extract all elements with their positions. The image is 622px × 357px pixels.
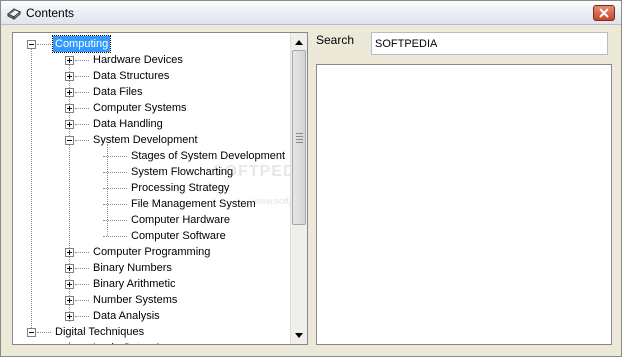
tree-item-label[interactable]: Computing — [51, 35, 112, 53]
expand-plus-icon[interactable] — [65, 72, 74, 81]
collapse-minus-icon[interactable] — [27, 40, 36, 49]
tree-item-label[interactable]: Processing Strategy — [129, 180, 231, 196]
tree-item[interactable]: Data Files — [13, 84, 291, 100]
tree-item[interactable]: Data Analysis — [13, 308, 291, 324]
tree-connector — [75, 76, 89, 77]
scroll-thumb-grip — [296, 133, 303, 145]
tree-item[interactable]: Binary Arithmetic — [13, 276, 291, 292]
expand-plus-icon[interactable] — [65, 104, 74, 113]
search-label: Search — [316, 33, 355, 47]
tree-item[interactable]: Binary Numbers — [13, 260, 291, 276]
tree-item-label[interactable]: Data Structures — [91, 68, 171, 84]
search-input[interactable] — [371, 32, 608, 55]
tree-item-label[interactable]: Number Systems — [91, 292, 179, 308]
contents-tree[interactable]: SOFTPEDIA www.softpedia.com ComputingHar… — [12, 32, 308, 345]
tree-connector — [75, 300, 89, 301]
tree-item[interactable]: Number Systems — [13, 292, 291, 308]
scroll-up-arrow-icon — [295, 39, 303, 45]
tree-item-label[interactable]: Data Handling — [91, 116, 165, 132]
tree-item-label[interactable]: Data Files — [91, 84, 145, 100]
tree-item-label[interactable]: File Management System — [129, 196, 258, 212]
tree-item[interactable]: Data Structures — [13, 68, 291, 84]
scroll-thumb[interactable] — [292, 50, 306, 225]
tree-item[interactable]: Data Handling — [13, 116, 291, 132]
expand-plus-icon[interactable] — [65, 296, 74, 305]
tree-item-label[interactable]: Computer Programming — [91, 244, 212, 260]
tree-rows: SOFTPEDIA www.softpedia.com ComputingHar… — [13, 33, 291, 344]
tree-item[interactable]: Hardware Devices — [13, 52, 291, 68]
tree-item-label[interactable]: System Flowcharting — [129, 164, 235, 180]
tree-item[interactable]: Stages of System Development — [13, 148, 291, 164]
topic-content-pane[interactable] — [316, 64, 612, 345]
tree-item[interactable]: Computing — [13, 35, 291, 53]
tree-item[interactable]: File Management System — [13, 196, 291, 212]
tree-item-label[interactable]: Binary Arithmetic — [91, 276, 178, 292]
tree-item[interactable]: Logic Gates 1 — [13, 340, 291, 344]
expand-plus-icon[interactable] — [65, 312, 74, 321]
tree-connector — [75, 108, 89, 109]
tree-item-label[interactable]: Binary Numbers — [91, 260, 174, 276]
tree-item[interactable]: Computer Programming — [13, 244, 291, 260]
expand-plus-icon[interactable] — [65, 248, 74, 257]
title-bar[interactable]: Contents — [1, 1, 621, 25]
tree-item[interactable]: Computer Hardware — [13, 212, 291, 228]
tree-item-label[interactable]: Computer Software — [129, 228, 228, 244]
book-icon — [6, 5, 22, 21]
collapse-minus-icon[interactable] — [27, 328, 36, 337]
tree-connector — [75, 140, 89, 141]
expand-plus-icon[interactable] — [65, 88, 74, 97]
tree-connector — [75, 316, 89, 317]
close-button[interactable] — [593, 5, 615, 21]
tree-item[interactable]: Computer Systems — [13, 100, 291, 116]
tree-connector — [37, 332, 51, 333]
tree-connector — [103, 156, 127, 157]
tree-connector — [75, 268, 89, 269]
tree-item[interactable]: Processing Strategy — [13, 180, 291, 196]
tree-connector — [37, 44, 51, 45]
tree-item-label[interactable]: Data Analysis — [91, 308, 162, 324]
tree-connector — [103, 220, 127, 221]
tree-connector — [103, 188, 127, 189]
scroll-up-button[interactable] — [291, 34, 307, 50]
tree-connector — [75, 284, 89, 285]
expand-plus-icon[interactable] — [65, 120, 74, 129]
tree-item-label[interactable]: Logic Gates 1 — [91, 340, 163, 344]
tree-item-label[interactable]: Computer Systems — [91, 100, 189, 116]
tree-connector — [103, 172, 127, 173]
tree-item-label[interactable]: Computer Hardware — [129, 212, 232, 228]
scroll-down-button[interactable] — [291, 327, 307, 343]
tree-item[interactable]: Computer Software — [13, 228, 291, 244]
collapse-minus-icon[interactable] — [65, 136, 74, 145]
tree-item[interactable]: Digital Techniques — [13, 324, 291, 340]
expand-plus-icon[interactable] — [65, 264, 74, 273]
tree-connector — [75, 124, 89, 125]
tree-connector — [103, 236, 127, 237]
tree-connector — [75, 60, 89, 61]
tree-item[interactable]: System Flowcharting — [13, 164, 291, 180]
tree-item-label[interactable]: Stages of System Development — [129, 148, 287, 164]
tree-item-label[interactable]: System Development — [91, 132, 200, 148]
tree-connector — [103, 204, 127, 205]
expand-plus-icon[interactable] — [65, 56, 74, 65]
close-icon — [599, 8, 609, 18]
expand-plus-icon[interactable] — [65, 280, 74, 289]
tree-connector — [75, 92, 89, 93]
scroll-down-arrow-icon — [295, 332, 303, 338]
contents-window: Contents SOFTPEDIA www.softpedia.com Com… — [0, 0, 622, 357]
tree-item-label[interactable]: Hardware Devices — [91, 52, 185, 68]
tree-connector — [75, 252, 89, 253]
tree-scrollbar[interactable] — [290, 33, 307, 344]
window-title: Contents — [26, 6, 75, 20]
tree-item-label[interactable]: Digital Techniques — [53, 324, 146, 340]
tree-item[interactable]: System Development — [13, 132, 291, 148]
